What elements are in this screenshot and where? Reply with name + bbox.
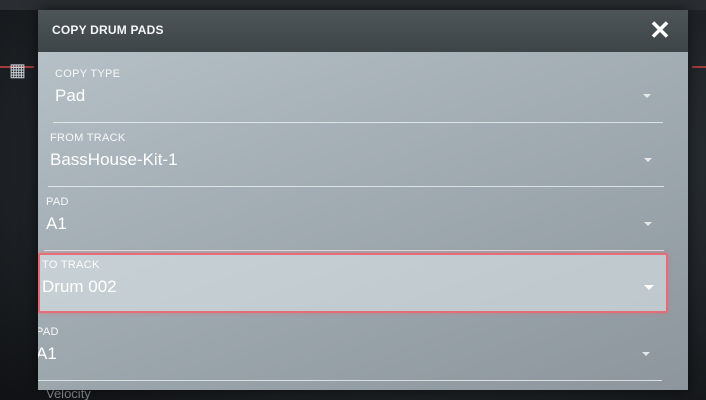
pad-grid-icon: ▦ xyxy=(9,60,27,80)
chevron-down-icon xyxy=(642,352,650,356)
field-value: Pad xyxy=(55,86,86,105)
field-label: PAD xyxy=(46,196,69,208)
close-icon[interactable]: ✕ xyxy=(646,16,674,44)
chevron-down-icon xyxy=(643,94,651,98)
background-top-bar xyxy=(0,0,706,10)
field-label: COPY TYPE xyxy=(55,68,121,80)
copy-drum-pads-dialog: COPY DRUM PADS ✕ COPY TYPE Pad FROM TRAC… xyxy=(38,10,688,390)
background-accent-line-right xyxy=(692,66,706,68)
field-value: A1 xyxy=(46,214,67,233)
field-value: A1 xyxy=(38,344,57,363)
from-pad-dropdown[interactable]: PAD A1 xyxy=(44,192,664,251)
to-track-dropdown[interactable]: TO TRACK Drum 002 xyxy=(38,253,668,313)
dialog-title: COPY DRUM PADS xyxy=(52,23,164,37)
copy-type-dropdown[interactable]: COPY TYPE Pad xyxy=(53,64,663,123)
field-value: BassHouse-Kit-1 xyxy=(50,150,178,169)
field-label: FROM TRACK xyxy=(50,132,126,144)
device-screen: ▦ Velocity COPY DRUM PADS ✕ COPY TYPE Pa… xyxy=(0,0,706,400)
from-track-dropdown[interactable]: FROM TRACK BassHouse-Kit-1 xyxy=(48,128,664,187)
to-pad-dropdown[interactable]: PAD A1 xyxy=(38,322,662,381)
chevron-down-icon xyxy=(644,158,652,162)
dialog-header: COPY DRUM PADS ✕ xyxy=(38,10,688,52)
field-label: PAD xyxy=(38,326,59,338)
chevron-down-icon xyxy=(644,285,654,290)
field-label: TO TRACK xyxy=(42,259,100,271)
chevron-down-icon xyxy=(644,222,652,226)
field-value: Drum 002 xyxy=(42,277,117,296)
